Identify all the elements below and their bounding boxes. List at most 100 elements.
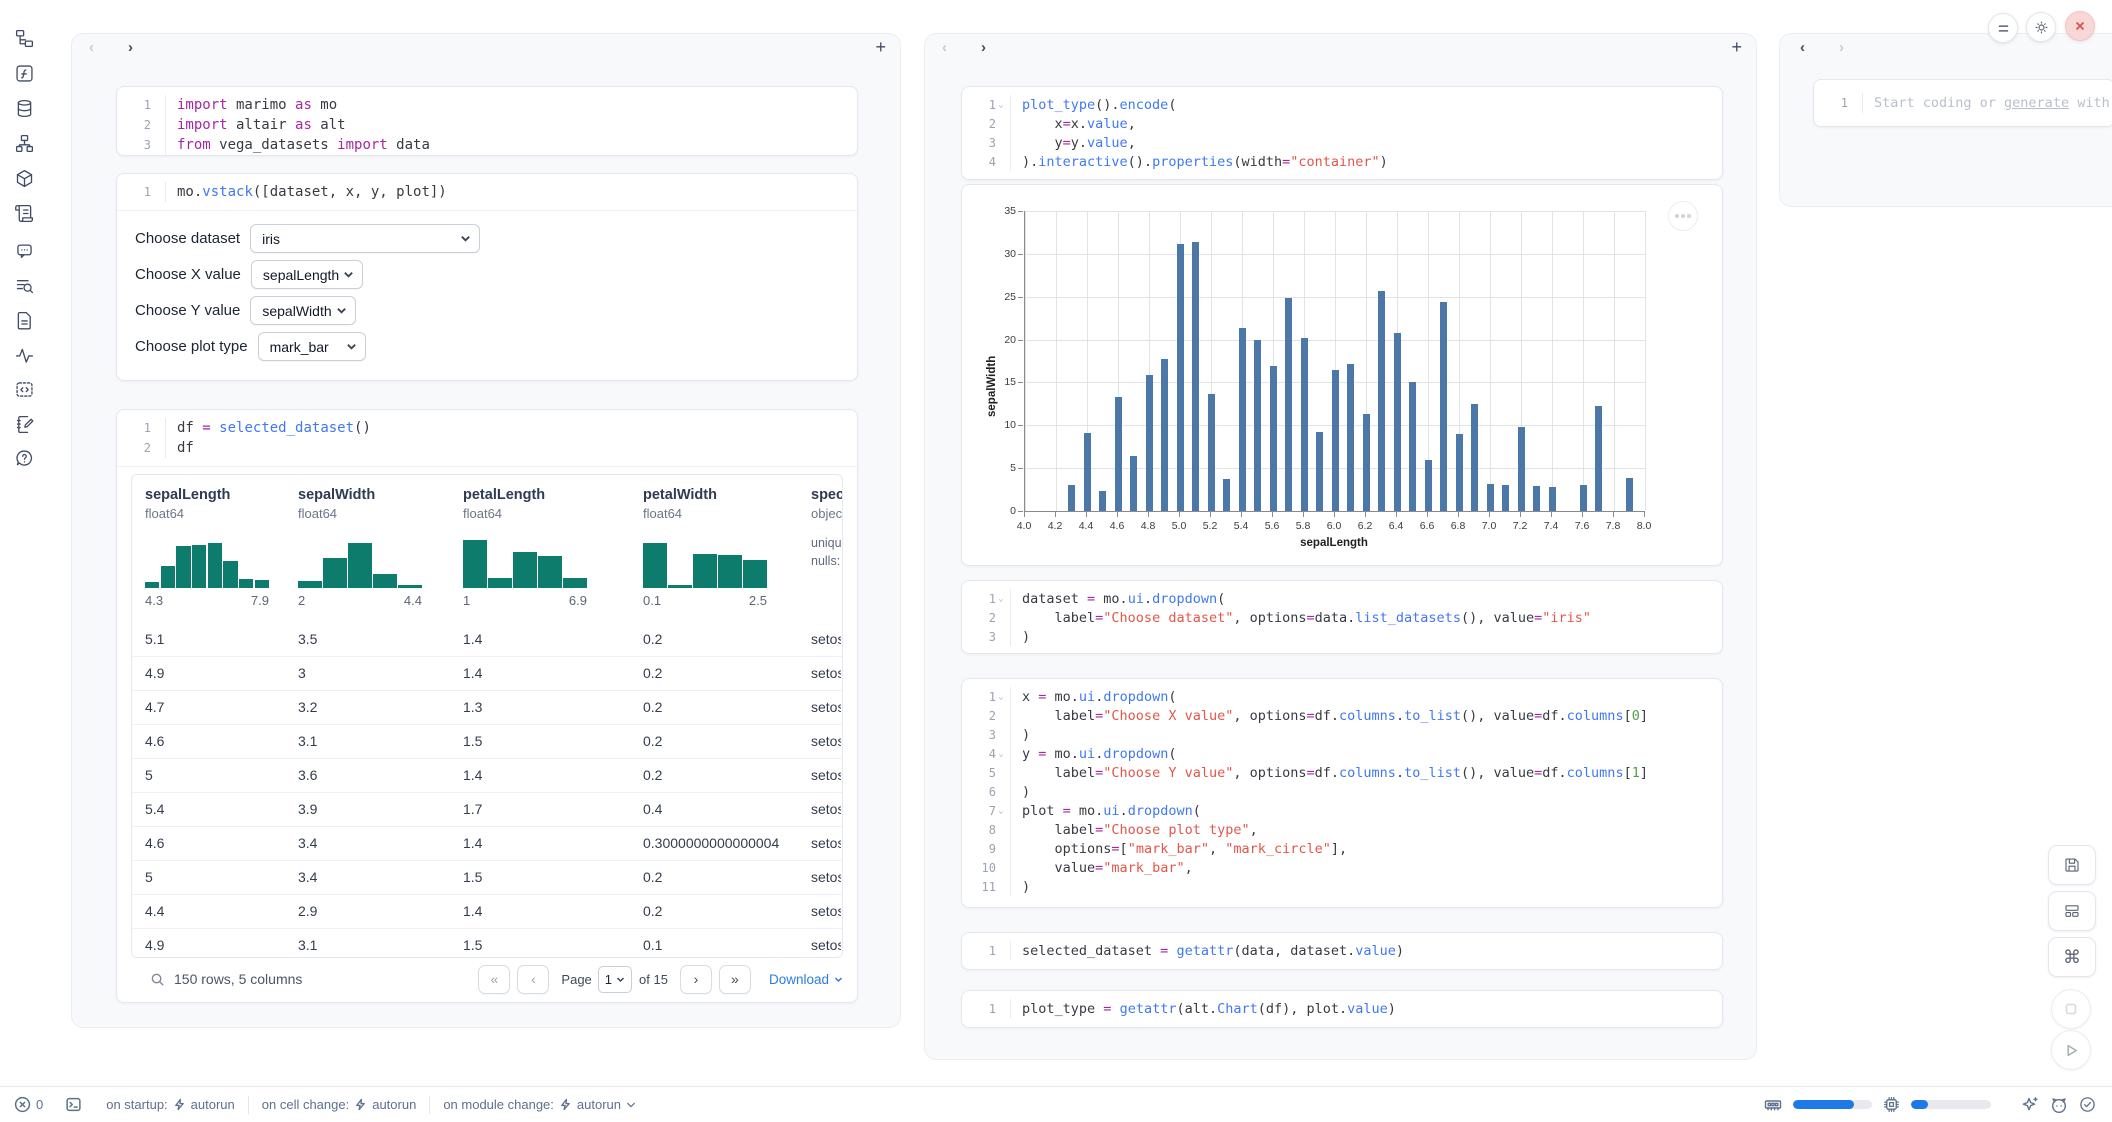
table-column-header[interactable]: sepalWidthfloat6424.4 xyxy=(298,487,422,608)
chart-bar[interactable] xyxy=(1239,328,1246,511)
chart-bar[interactable] xyxy=(1146,375,1153,511)
next-page-button[interactable]: › xyxy=(680,965,712,994)
fold-icon[interactable]: ⌄ xyxy=(996,749,1006,759)
table-row[interactable]: 4.73.21.30.2setos xyxy=(132,691,842,725)
chart-bar[interactable] xyxy=(1223,479,1230,511)
chart-bar[interactable] xyxy=(1425,460,1432,511)
download-button[interactable]: Download xyxy=(769,972,843,987)
chart-bar[interactable] xyxy=(1301,338,1308,511)
on-module-change-chip[interactable]: on module change: autorun xyxy=(443,1097,636,1112)
table-row[interactable]: 5.43.91.70.4setos xyxy=(132,793,842,827)
table-row[interactable]: 4.931.40.2setos xyxy=(132,657,842,691)
table-column-header[interactable]: petalLengthfloat6416.9 xyxy=(463,487,587,608)
chart-bar[interactable] xyxy=(1487,484,1494,511)
chart-bar[interactable] xyxy=(1580,485,1587,511)
cell-plot-type[interactable]: 1plot_type = getattr(alt.Chart(df), plot… xyxy=(961,990,1723,1028)
chart-bar[interactable] xyxy=(1316,432,1323,511)
chart-bar[interactable] xyxy=(1177,244,1184,511)
chart-bar[interactable] xyxy=(1192,242,1199,511)
database-icon[interactable] xyxy=(12,96,36,120)
chart-bar[interactable] xyxy=(1347,364,1354,511)
menu-button[interactable] xyxy=(1988,13,2018,43)
layout-button[interactable] xyxy=(2048,891,2096,931)
ai-sparkle-icon[interactable] xyxy=(2021,1096,2039,1114)
copilot-icon[interactable] xyxy=(2050,1096,2068,1114)
history-back-icon[interactable]: ‹ xyxy=(89,40,94,55)
function-square-icon[interactable] xyxy=(12,61,36,85)
table-row[interactable]: 4.63.41.40.3000000000000004setos xyxy=(132,827,842,861)
history-forward-icon[interactable]: › xyxy=(1839,40,1844,55)
table-row[interactable]: 53.41.50.2setos xyxy=(132,861,842,895)
chart-menu-button[interactable] xyxy=(1668,201,1698,231)
first-page-button[interactable]: « xyxy=(478,965,510,994)
chart-bar[interactable] xyxy=(1595,406,1602,511)
package-icon[interactable] xyxy=(12,166,36,190)
chart-bar[interactable] xyxy=(1518,427,1525,511)
last-page-button[interactable]: » xyxy=(719,965,751,994)
prev-page-button[interactable]: ‹ xyxy=(517,965,549,994)
code-snippet-icon[interactable] xyxy=(12,377,36,401)
cell-dataframe[interactable]: 1df = selected_dataset()2df sepalLengthf… xyxy=(116,409,858,1003)
chart-bar[interactable] xyxy=(1115,397,1122,511)
activity-icon[interactable] xyxy=(12,343,36,367)
chart-bar[interactable] xyxy=(1502,485,1509,511)
chart-bar[interactable] xyxy=(1626,478,1633,511)
chart-bar[interactable] xyxy=(1409,382,1416,511)
cell-selected-dataset[interactable]: 1selected_dataset = getattr(data, datase… xyxy=(961,932,1723,970)
bar-chart-plot[interactable] xyxy=(1024,211,1645,512)
chart-bar[interactable] xyxy=(1363,414,1370,511)
plot-type-select[interactable]: mark_bar xyxy=(258,332,366,361)
fold-icon[interactable]: ⌄ xyxy=(996,692,1006,702)
chart-bar[interactable] xyxy=(1471,404,1478,511)
help-icon[interactable] xyxy=(12,446,36,470)
history-forward-icon[interactable]: › xyxy=(981,40,986,55)
save-button[interactable] xyxy=(2048,845,2096,885)
add-cell-button[interactable]: + xyxy=(1731,38,1742,56)
chart-bar[interactable] xyxy=(1254,340,1261,511)
chart-bar[interactable] xyxy=(1394,333,1401,511)
stop-button[interactable] xyxy=(2051,989,2091,1029)
chart-bar[interactable] xyxy=(1068,485,1075,511)
chat-bot-icon[interactable] xyxy=(12,237,36,261)
search-list-icon[interactable] xyxy=(12,273,36,297)
file-tree-icon[interactable] xyxy=(12,26,36,50)
cell-plot-expression[interactable]: 1⌄plot_type().encode(2 x=x.value,3 y=y.v… xyxy=(961,86,1723,180)
terminal-button[interactable] xyxy=(65,1096,82,1113)
chart-bar[interactable] xyxy=(1378,291,1385,511)
table-row[interactable]: 4.93.11.50.1setos xyxy=(132,929,842,958)
table-column-header[interactable]: petalWidthfloat640.12.5 xyxy=(643,487,767,608)
chart-bar[interactable] xyxy=(1161,359,1168,511)
y-select[interactable]: sepalWidth xyxy=(250,296,356,325)
settings-button[interactable] xyxy=(2026,12,2056,42)
chart-bar[interactable] xyxy=(1099,491,1106,511)
search-icon[interactable] xyxy=(150,972,165,987)
scroll-icon[interactable] xyxy=(12,201,36,225)
table-row[interactable]: 4.42.91.40.2setos xyxy=(132,895,842,929)
document-icon[interactable] xyxy=(12,308,36,332)
scratchpad-editor[interactable]: 1Start coding or generate with xyxy=(1813,79,2112,127)
chart-bar[interactable] xyxy=(1208,394,1215,511)
table-column-header[interactable]: sepalLengthfloat644.37.9 xyxy=(145,487,269,608)
run-button[interactable] xyxy=(2051,1030,2091,1070)
chart-bar[interactable] xyxy=(1130,456,1137,511)
fold-icon[interactable]: ⌄ xyxy=(996,806,1006,816)
dataset-select[interactable]: iris xyxy=(250,224,480,253)
chart-bar[interactable] xyxy=(1456,434,1463,511)
chart-bar[interactable] xyxy=(1270,366,1277,511)
history-back-icon[interactable]: ‹ xyxy=(1800,40,1805,55)
fold-icon[interactable]: ⌄ xyxy=(996,100,1006,110)
check-circle-icon[interactable] xyxy=(2079,1096,2096,1113)
chart-bar[interactable] xyxy=(1285,298,1292,511)
cell-dataset-dropdown[interactable]: 1⌄dataset = mo.ui.dropdown(2 label="Choo… xyxy=(961,580,1723,654)
shortcuts-button[interactable]: ⌘ xyxy=(2048,937,2096,977)
fold-icon[interactable]: ⌄ xyxy=(996,594,1006,604)
on-cell-change-chip[interactable]: on cell change: autorun xyxy=(262,1097,417,1112)
chart-bar[interactable] xyxy=(1549,487,1556,511)
errors-badge[interactable]: 0 xyxy=(14,1096,43,1113)
x-select[interactable]: sepalLength xyxy=(251,260,363,289)
chart-bar[interactable] xyxy=(1533,486,1540,511)
on-startup-chip[interactable]: on startup: autorun xyxy=(106,1097,235,1112)
chart-bar[interactable] xyxy=(1440,302,1447,511)
add-cell-button[interactable]: + xyxy=(875,38,886,56)
table-row[interactable]: 5.13.51.40.2setos xyxy=(132,623,842,657)
